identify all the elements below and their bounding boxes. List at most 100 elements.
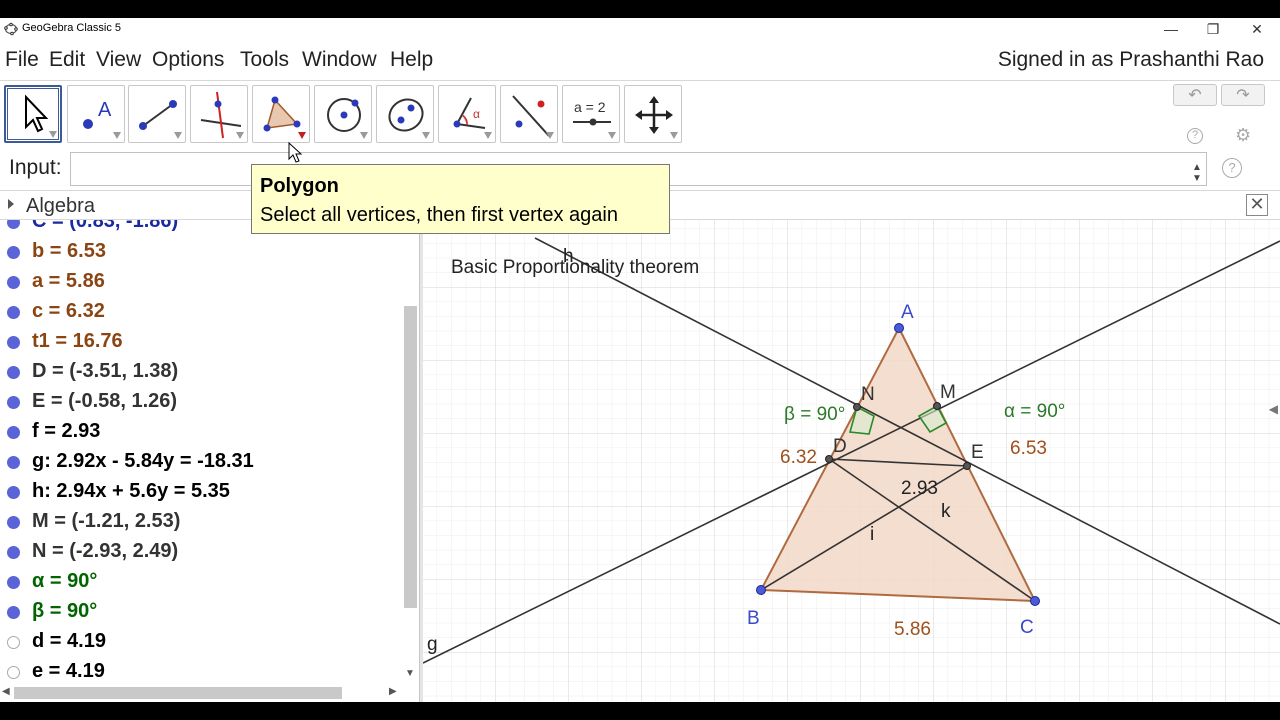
- point-e[interactable]: [963, 462, 971, 470]
- label-b[interactable]: B: [747, 608, 760, 629]
- label-beta[interactable]: β = 90°: [784, 404, 845, 425]
- algebra-item-text[interactable]: a = 5.86: [32, 270, 105, 293]
- menu-options[interactable]: Options: [152, 48, 224, 72]
- label-side-bc[interactable]: 5.86: [894, 619, 931, 640]
- algebra-item-text[interactable]: d = 4.19: [32, 630, 106, 653]
- point-b[interactable]: [756, 585, 766, 595]
- signed-in-status[interactable]: Signed in as Prashanthi Rao: [998, 48, 1264, 72]
- scrollbar-thumb[interactable]: [404, 306, 417, 608]
- algebra-horizontal-scrollbar[interactable]: ◀ ▶: [0, 684, 401, 702]
- label-side-ab[interactable]: 6.32: [780, 447, 817, 468]
- graphics-view[interactable]: Basic Proportionality theorem A B C D E …: [423, 220, 1280, 702]
- algebra-view-title[interactable]: Algebra: [26, 195, 95, 218]
- menu-window[interactable]: Window: [302, 48, 377, 72]
- tool-circle[interactable]: [314, 85, 372, 143]
- visibility-toggle-icon[interactable]: [7, 666, 20, 679]
- algebra-item-text[interactable]: C = (0.83, -1.86): [32, 220, 178, 233]
- visibility-toggle-icon[interactable]: [7, 220, 20, 229]
- label-a[interactable]: A: [901, 302, 914, 323]
- point-d[interactable]: [825, 455, 833, 463]
- settings-gear-icon[interactable]: ⚙: [1235, 125, 1251, 146]
- visibility-toggle-icon[interactable]: [7, 516, 20, 529]
- tool-angle[interactable]: α: [438, 85, 496, 143]
- label-alpha[interactable]: α = 90°: [1004, 401, 1065, 422]
- label-d[interactable]: D: [833, 436, 847, 457]
- graphics-title[interactable]: Basic Proportionality theorem: [451, 257, 699, 278]
- label-e[interactable]: E: [971, 442, 984, 463]
- algebra-item-text[interactable]: g: 2.92x - 5.84y = -18.31: [32, 450, 254, 473]
- tool-polygon[interactable]: [252, 85, 310, 143]
- visibility-toggle-icon[interactable]: [7, 546, 20, 559]
- algebra-item-text[interactable]: c = 6.32: [32, 300, 105, 323]
- algebra-item-text[interactable]: N = (-2.93, 2.49): [32, 540, 178, 563]
- close-view-button[interactable]: ✕: [1246, 194, 1268, 216]
- label-segment-de[interactable]: 2.93: [901, 478, 938, 499]
- point-m[interactable]: [933, 402, 941, 410]
- menu-help[interactable]: Help: [390, 48, 433, 72]
- menu-edit[interactable]: Edit: [49, 48, 85, 72]
- algebra-item[interactable]: b = 6.53: [0, 236, 400, 266]
- visibility-toggle-icon[interactable]: [7, 336, 20, 349]
- visibility-toggle-icon[interactable]: [7, 456, 20, 469]
- point-a[interactable]: [894, 323, 904, 333]
- algebra-item[interactable]: g: 2.92x - 5.84y = -18.31: [0, 446, 400, 476]
- toolbar-help-icon[interactable]: ?: [1187, 128, 1203, 144]
- tool-move[interactable]: [4, 85, 62, 143]
- algebra-item-text[interactable]: h: 2.94x + 5.6y = 5.35: [32, 480, 230, 503]
- algebra-item-text[interactable]: e = 4.19: [32, 660, 105, 683]
- algebra-item-text[interactable]: β = 90°: [32, 600, 97, 623]
- point-n[interactable]: [853, 403, 861, 411]
- algebra-item-text[interactable]: t1 = 16.76: [32, 330, 123, 353]
- point-c[interactable]: [1030, 596, 1040, 606]
- label-side-ac[interactable]: 6.53: [1010, 438, 1047, 459]
- input-help-icon[interactable]: ?: [1222, 158, 1242, 178]
- algebra-vertical-scrollbar[interactable]: ▲ ▼: [401, 220, 419, 684]
- algebra-item[interactable]: α = 90°: [0, 566, 400, 596]
- label-k[interactable]: k: [941, 501, 951, 522]
- label-m[interactable]: M: [940, 382, 956, 403]
- algebra-item-text[interactable]: E = (-0.58, 1.26): [32, 390, 177, 413]
- tool-point[interactable]: A: [67, 85, 125, 143]
- label-n[interactable]: N: [861, 384, 875, 405]
- algebra-item[interactable]: t1 = 16.76: [0, 326, 400, 356]
- visibility-toggle-icon[interactable]: [7, 606, 20, 619]
- algebra-item[interactable]: M = (-1.21, 2.53): [0, 506, 400, 536]
- algebra-item-text[interactable]: α = 90°: [32, 570, 97, 593]
- algebra-item-text[interactable]: D = (-3.51, 1.38): [32, 360, 178, 383]
- minimize-button[interactable]: —: [1150, 18, 1192, 40]
- label-g[interactable]: g: [427, 634, 438, 655]
- algebra-item[interactable]: c = 6.32: [0, 296, 400, 326]
- menu-tools[interactable]: Tools: [240, 48, 289, 72]
- menu-file[interactable]: File: [5, 48, 39, 72]
- algebra-item-text[interactable]: f = 2.93: [32, 420, 100, 443]
- algebra-item[interactable]: f = 2.93: [0, 416, 400, 446]
- visibility-toggle-icon[interactable]: [7, 276, 20, 289]
- tool-reflect[interactable]: [500, 85, 558, 143]
- visibility-toggle-icon[interactable]: [7, 246, 20, 259]
- algebra-item[interactable]: d = 4.19: [0, 626, 400, 656]
- algebra-item[interactable]: β = 90°: [0, 596, 400, 626]
- label-i[interactable]: i: [870, 524, 874, 545]
- expand-arrow-icon[interactable]: [8, 199, 14, 209]
- restore-button[interactable]: ❐: [1192, 18, 1234, 40]
- algebra-item[interactable]: E = (-0.58, 1.26): [0, 386, 400, 416]
- menu-view[interactable]: View: [96, 48, 141, 72]
- algebra-item[interactable]: h: 2.94x + 5.6y = 5.35: [0, 476, 400, 506]
- input-history-dropdown-icon[interactable]: ▲ ▼: [1192, 162, 1202, 184]
- label-c[interactable]: C: [1020, 617, 1034, 638]
- tool-slider[interactable]: a = 2: [562, 85, 620, 143]
- visibility-toggle-icon[interactable]: [7, 426, 20, 439]
- close-window-button[interactable]: ✕: [1236, 18, 1278, 40]
- tool-move-graphics-view[interactable]: [624, 85, 682, 143]
- tool-line[interactable]: [128, 85, 186, 143]
- label-h[interactable]: h: [563, 246, 574, 267]
- visibility-toggle-icon[interactable]: [7, 366, 20, 379]
- undo-button[interactable]: ↶: [1173, 84, 1217, 106]
- visibility-toggle-icon[interactable]: [7, 636, 20, 649]
- redo-button[interactable]: ↷: [1221, 84, 1265, 106]
- hscrollbar-thumb[interactable]: [14, 687, 342, 699]
- side-panel-toggle-icon[interactable]: ◀: [1269, 402, 1278, 416]
- visibility-toggle-icon[interactable]: [7, 486, 20, 499]
- algebra-item[interactable]: D = (-3.51, 1.38): [0, 356, 400, 386]
- algebra-item[interactable]: N = (-2.93, 2.49): [0, 536, 400, 566]
